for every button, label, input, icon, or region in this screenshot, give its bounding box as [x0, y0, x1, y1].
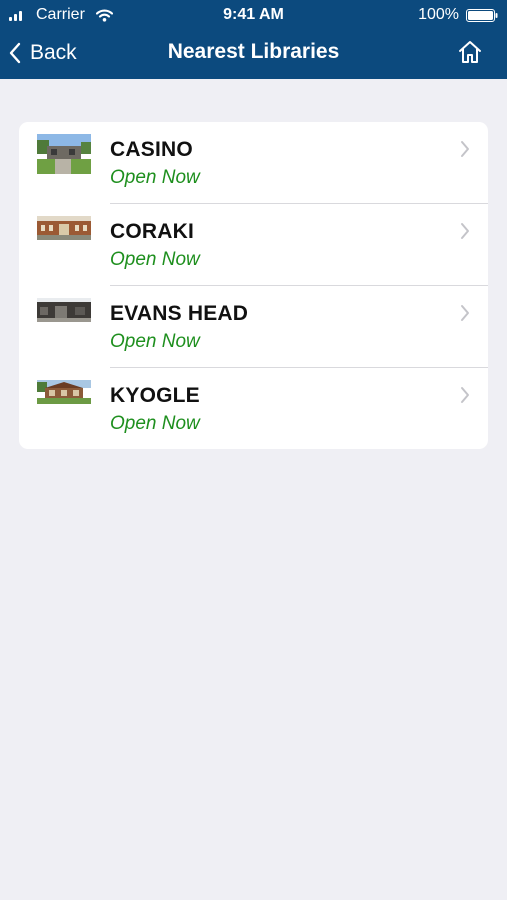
library-name: CORAKI: [110, 220, 195, 243]
library-row-casino[interactable]: CASINO Open Now: [19, 122, 488, 204]
library-photo-coraki: [37, 216, 91, 240]
chevron-right-icon: [461, 141, 469, 157]
library-row-evans-head[interactable]: EVANS HEAD Open Now: [19, 286, 488, 368]
app-header: Carrier 9:41 AM 100% Back Nearest Librar…: [0, 0, 507, 79]
library-photo-evans-head: [37, 298, 91, 322]
library-row-kyogle[interactable]: KYOGLE Open Now: [19, 368, 488, 449]
page-title: Nearest Libraries: [167, 40, 340, 63]
library-photo-casino: [37, 134, 91, 174]
library-status: Open Now: [110, 167, 200, 188]
battery-icon: [466, 9, 498, 22]
library-status: Open Now: [110, 331, 200, 352]
chevron-right-icon: [461, 387, 469, 403]
library-name: KYOGLE: [110, 384, 200, 407]
library-name: EVANS HEAD: [110, 302, 249, 325]
battery-percent: 100%: [418, 6, 459, 23]
library-status: Open Now: [110, 413, 200, 434]
status-bar: Carrier 9:41 AM 100%: [0, 0, 507, 30]
library-row-coraki[interactable]: CORAKI Open Now: [19, 204, 488, 286]
chevron-right-icon: [461, 223, 469, 239]
chevron-right-icon: [461, 305, 469, 321]
home-icon[interactable]: [457, 40, 483, 64]
library-list: CASINO Open Now CORAKI Open Now EVANS HE…: [19, 122, 488, 449]
navigation-bar: Back Nearest Libraries: [0, 30, 507, 79]
library-status: Open Now: [110, 249, 200, 270]
library-name: CASINO: [110, 138, 193, 161]
library-photo-kyogle: [37, 380, 91, 404]
